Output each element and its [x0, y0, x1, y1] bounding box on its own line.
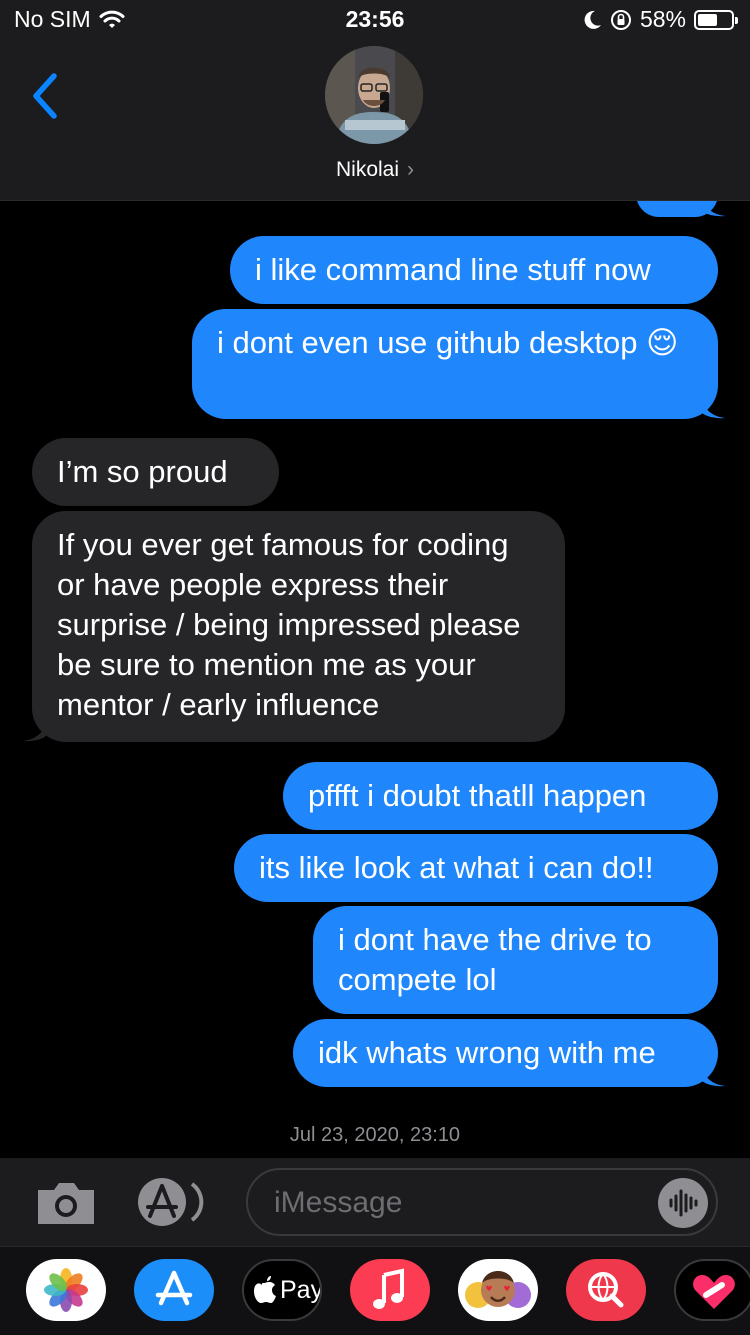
- message-bubble[interactable]: I’m so proud: [32, 438, 279, 506]
- apple-pay-label: Pay: [280, 1276, 322, 1304]
- battery-percent: 58%: [639, 6, 686, 32]
- message-thread[interactable]: i like command line stuff now i dont eve…: [0, 201, 750, 1158]
- audio-waveform-icon[interactable]: [658, 1178, 708, 1228]
- message-text: its like look at what i can do!!: [234, 834, 718, 902]
- contact-name[interactable]: Nikolai ›: [0, 158, 750, 182]
- message-text: If you ever get famous for coding or hav…: [32, 511, 565, 742]
- message-text: pffft i doubt thatll happen: [283, 762, 718, 830]
- camera-icon[interactable]: [34, 1178, 98, 1228]
- app-store-icon[interactable]: [136, 1176, 212, 1228]
- orientation-lock-icon: [610, 9, 631, 30]
- message-bubble[interactable]: its like look at what i can do!!: [234, 834, 718, 902]
- bubble-tail: [22, 720, 48, 742]
- message-timestamp: Jul 23, 2020, 23:10: [289, 1124, 461, 1146]
- message-text: i like command line stuff now: [230, 236, 718, 304]
- status-right: 58%: [584, 6, 738, 33]
- message-bubble[interactable]: pffft i doubt thatll happen: [283, 762, 718, 830]
- message-text: i dont even use github desktop 😌: [192, 309, 718, 419]
- conversation-header: Nikolai ›: [0, 40, 750, 201]
- memoji-app-icon[interactable]: [458, 1259, 538, 1321]
- moon-icon: [584, 10, 601, 29]
- chevron-left-icon[interactable]: [26, 70, 66, 122]
- chevron-right-icon: ›: [407, 158, 415, 181]
- digital-touch-app-icon[interactable]: [674, 1259, 750, 1321]
- avatar[interactable]: [325, 46, 423, 144]
- photos-app-icon[interactable]: [26, 1259, 106, 1321]
- partial-message-bubble: [636, 201, 726, 217]
- contact-name-label: Nikolai: [335, 158, 400, 181]
- web-search-app-icon[interactable]: [566, 1259, 646, 1321]
- message-input-field[interactable]: [246, 1168, 718, 1236]
- bubble-tail: [700, 201, 726, 217]
- app-drawer: Pay: [0, 1246, 750, 1335]
- avatar-photo: [325, 46, 423, 144]
- bubble-tail: [700, 1065, 726, 1087]
- message-bubble[interactable]: i dont have the drive to compete lol: [313, 906, 718, 1014]
- message-bubble[interactable]: i dont even use github desktop 😌: [192, 309, 726, 419]
- message-text: I’m so proud: [32, 438, 279, 506]
- music-app-icon[interactable]: [350, 1259, 430, 1321]
- message-input[interactable]: [272, 1180, 636, 1226]
- message-text: i dont have the drive to compete lol: [313, 906, 718, 1014]
- message-bubble[interactable]: i like command line stuff now: [230, 236, 718, 304]
- status-bar: No SIM 23:56 58%: [0, 0, 750, 40]
- battery-fill: [698, 13, 717, 26]
- message-bubble[interactable]: If you ever get famous for coding or hav…: [22, 511, 565, 742]
- apple-pay-app-icon[interactable]: Pay: [242, 1259, 322, 1321]
- battery-icon: [694, 9, 738, 30]
- app-store-app-icon[interactable]: [134, 1259, 214, 1321]
- bubble-tail: [700, 397, 726, 419]
- message-bubble[interactable]: idk whats wrong with me: [293, 1019, 726, 1087]
- message-text: idk whats wrong with me: [293, 1019, 718, 1087]
- compose-bar: [0, 1158, 750, 1246]
